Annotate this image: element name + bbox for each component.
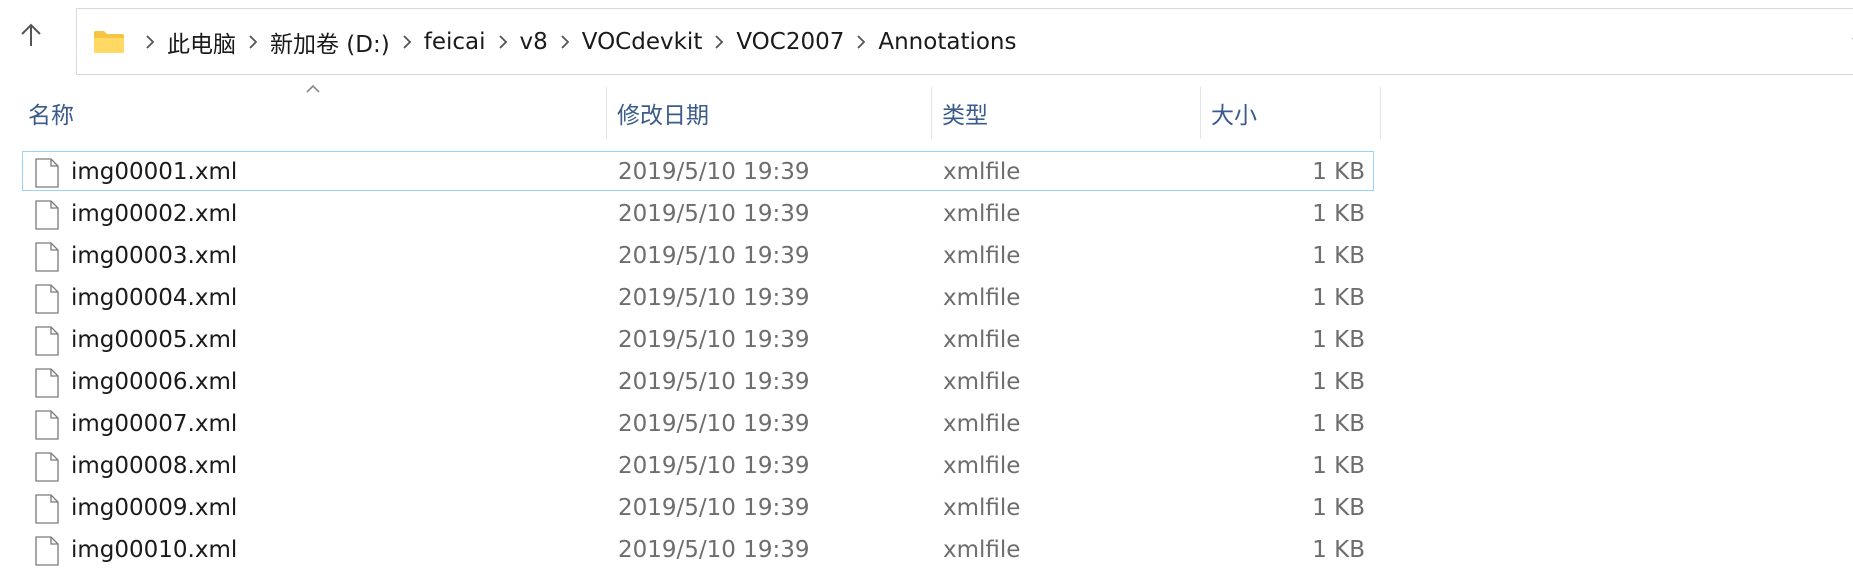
arrow-up-icon (21, 23, 41, 46)
file-type: xmlfile (943, 495, 1021, 521)
file-size: 1 KB (1312, 453, 1365, 479)
file-modified: 2019/5/10 19:39 (618, 369, 810, 395)
file-row[interactable]: img00006.xml 2019/5/10 19:39 xmlfile 1 KB (22, 361, 1374, 401)
file-icon (35, 242, 59, 272)
chevron-right-icon[interactable] (706, 34, 732, 50)
column-header-name[interactable]: 名称 (18, 85, 606, 141)
file-type: xmlfile (943, 159, 1021, 185)
file-name: img00006.xml (71, 369, 238, 395)
file-row[interactable]: img00008.xml 2019/5/10 19:39 xmlfile 1 KB (22, 445, 1374, 485)
file-icon (35, 452, 59, 482)
file-type: xmlfile (943, 285, 1021, 311)
file-name: img00005.xml (71, 327, 238, 353)
up-button[interactable] (10, 14, 52, 56)
file-type: xmlfile (943, 327, 1021, 353)
file-type: xmlfile (943, 201, 1021, 227)
column-divider[interactable] (1380, 87, 1381, 139)
column-header-row: 名称 修改日期 类型 大小 (0, 84, 1381, 141)
breadcrumb-item[interactable]: 此电脑 (163, 25, 240, 59)
breadcrumb-item[interactable]: 新加卷 (D:) (266, 25, 394, 59)
file-name: img00010.xml (71, 537, 238, 563)
file-row[interactable]: img00004.xml 2019/5/10 19:39 xmlfile 1 KB (22, 277, 1374, 317)
file-modified: 2019/5/10 19:39 (618, 453, 810, 479)
file-size: 1 KB (1312, 159, 1365, 185)
file-name: img00004.xml (71, 285, 238, 311)
file-name: img00008.xml (71, 453, 238, 479)
file-modified: 2019/5/10 19:39 (618, 285, 810, 311)
file-row[interactable]: img00001.xml 2019/5/10 19:39 xmlfile 1 KB (22, 151, 1374, 191)
file-row[interactable]: img00010.xml 2019/5/10 19:39 xmlfile 1 KB (22, 529, 1374, 569)
chevron-right-icon[interactable] (240, 34, 266, 50)
breadcrumb-item[interactable]: feicai (420, 29, 490, 55)
chevron-right-icon[interactable] (394, 34, 420, 50)
breadcrumb: 此电脑 新加卷 (D:) feicai v8 VOCdevkit VOC2007 Annot… (93, 9, 1021, 74)
file-name: img00001.xml (71, 159, 238, 185)
file-name: img00003.xml (71, 243, 238, 269)
folder-icon (93, 30, 125, 54)
file-row[interactable]: img00005.xml 2019/5/10 19:39 xmlfile 1 KB (22, 319, 1374, 359)
file-row[interactable]: img00003.xml 2019/5/10 19:39 xmlfile 1 KB (22, 235, 1374, 275)
file-icon (35, 326, 59, 356)
file-modified: 2019/5/10 19:39 (618, 243, 810, 269)
address-bar[interactable]: 此电脑 新加卷 (D:) feicai v8 VOCdevkit VOC2007 Annot… (76, 8, 1853, 75)
file-row[interactable]: img00009.xml 2019/5/10 19:39 xmlfile 1 KB (22, 487, 1374, 527)
file-icon (35, 200, 59, 230)
file-type: xmlfile (943, 537, 1021, 563)
file-icon (35, 536, 59, 566)
file-size: 1 KB (1312, 369, 1365, 395)
file-icon (35, 158, 59, 188)
file-name: img00009.xml (71, 495, 238, 521)
file-modified: 2019/5/10 19:39 (618, 537, 810, 563)
file-icon (35, 410, 59, 440)
file-size: 1 KB (1312, 495, 1365, 521)
file-type: xmlfile (943, 243, 1021, 269)
file-size: 1 KB (1312, 327, 1365, 353)
chevron-right-icon[interactable] (552, 34, 578, 50)
file-name: img00002.xml (71, 201, 238, 227)
file-modified: 2019/5/10 19:39 (618, 159, 810, 185)
file-type: xmlfile (943, 369, 1021, 395)
breadcrumb-item[interactable]: v8 (516, 29, 552, 55)
file-name: img00007.xml (71, 411, 238, 437)
file-size: 1 KB (1312, 411, 1365, 437)
file-type: xmlfile (943, 411, 1021, 437)
breadcrumb-item[interactable]: VOCdevkit (578, 29, 707, 55)
file-row[interactable]: img00007.xml 2019/5/10 19:39 xmlfile 1 KB (22, 403, 1374, 443)
file-modified: 2019/5/10 19:39 (618, 495, 810, 521)
address-history-dropdown[interactable] (1841, 29, 1853, 55)
column-header-size[interactable]: 大小 (1201, 85, 1381, 141)
breadcrumb-item[interactable]: VOC2007 (732, 29, 848, 55)
file-modified: 2019/5/10 19:39 (618, 411, 810, 437)
file-icon (35, 284, 59, 314)
chevron-right-icon[interactable] (490, 34, 516, 50)
chevron-right-icon[interactable] (848, 34, 874, 50)
file-icon (35, 494, 59, 524)
file-size: 1 KB (1312, 285, 1365, 311)
file-size: 1 KB (1312, 201, 1365, 227)
column-header-modified[interactable]: 修改日期 (607, 85, 931, 141)
file-modified: 2019/5/10 19:39 (618, 201, 810, 227)
chevron-right-icon[interactable] (137, 34, 163, 50)
file-row[interactable]: img00002.xml 2019/5/10 19:39 xmlfile 1 KB (22, 193, 1374, 233)
breadcrumb-item[interactable]: Annotations (874, 29, 1020, 55)
file-icon (35, 368, 59, 398)
column-header-type[interactable]: 类型 (932, 85, 1200, 141)
file-type: xmlfile (943, 453, 1021, 479)
file-size: 1 KB (1312, 537, 1365, 563)
file-size: 1 KB (1312, 243, 1365, 269)
file-modified: 2019/5/10 19:39 (618, 327, 810, 353)
